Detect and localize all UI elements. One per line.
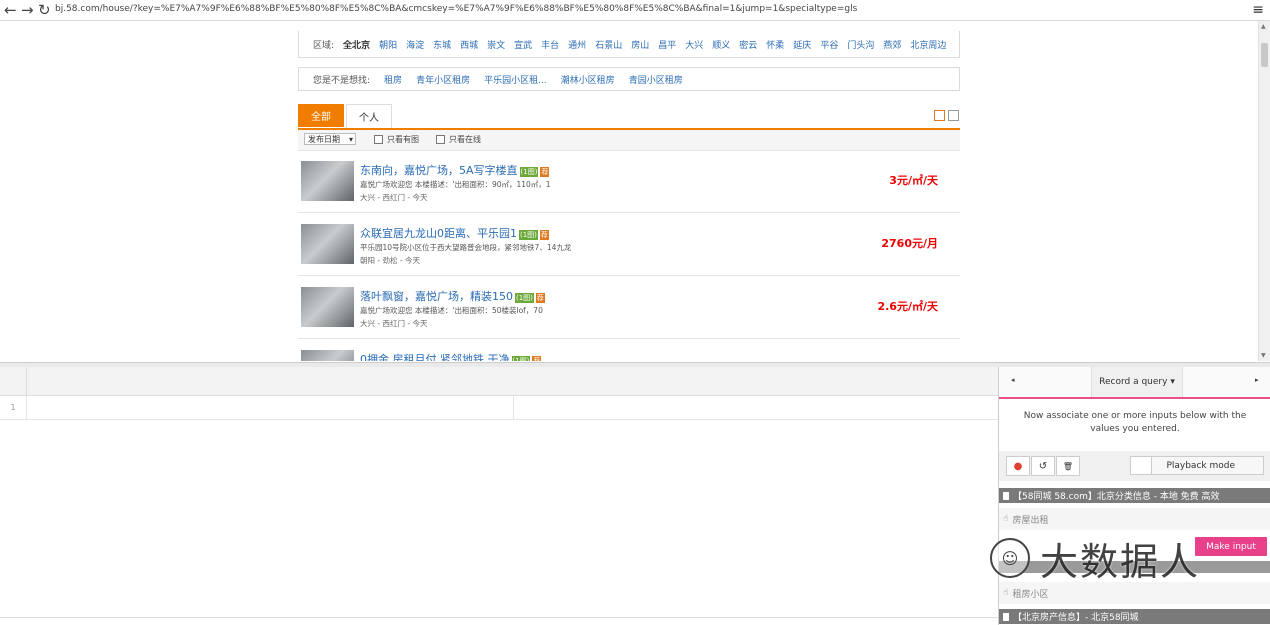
- document-icon: [1003, 491, 1009, 500]
- page-scrollbar[interactable]: ▲ ▼: [1258, 21, 1270, 361]
- image-count-badge: (1图): [519, 167, 539, 177]
- row-number: 1: [0, 396, 27, 419]
- listing-price: 2.6元/㎡/天: [877, 300, 938, 313]
- chevron-down-icon: ▾: [1170, 377, 1175, 387]
- recommend-badge: 荐: [539, 230, 549, 240]
- record-button[interactable]: ●: [1006, 456, 1030, 476]
- list-item[interactable]: 东南向，嘉悦广场，5A写字楼直 (1图) 荐嘉悦广场欢迎您 本楼描述：'出租面积：9…: [298, 150, 960, 213]
- list-item[interactable]: 落叶飘窗，嘉悦广场，精装150 (1图) 荐嘉悦广场欢迎您 本楼描述：'出租面积：5…: [298, 276, 960, 339]
- listing-thumbnail[interactable]: [301, 161, 354, 201]
- prev-icon[interactable]: ◂: [1011, 376, 1015, 384]
- list-item[interactable]: 众联宜居九龙山0距离、平乐园1 (1图) 荐平乐园10号院小区位于西大望路普会地段，…: [298, 213, 960, 276]
- listing-thumbnail[interactable]: [301, 287, 354, 327]
- instruction-message: Now associate one or more inputs below w…: [1023, 411, 1247, 434]
- listing-thumbnail[interactable]: [301, 224, 354, 264]
- recommend-badge: 荐: [532, 356, 542, 361]
- image-count-badge: (1图): [519, 230, 538, 240]
- listing-title[interactable]: 众联宜居九龙山0距离、平乐园1 (1图) 荐: [360, 225, 549, 241]
- recommend-badge: 荐: [540, 167, 550, 177]
- listing-list: 东南向，嘉悦广场，5A写字楼直 (1图) 荐嘉悦广场欢迎您 本楼描述：'出租面积：9…: [0, 0, 1258, 361]
- listing-title[interactable]: 东南向，嘉悦广场，5A写字楼直 (1图) 荐: [360, 162, 550, 178]
- table-row[interactable]: 1: [0, 396, 998, 420]
- listing-description: 嘉悦广场欢迎您 本楼描述：'出租面积：50楼装lof，70: [360, 306, 543, 315]
- page-bar-1[interactable]: 【58同城 58.com】北京分类信息 - 本地 免费 高效: [999, 488, 1270, 503]
- recommend-badge: 荐: [535, 293, 545, 303]
- watermark: ☺ 大数据人: [990, 528, 1260, 588]
- image-count-badge: (1图): [515, 293, 534, 303]
- grid-cell[interactable]: [27, 396, 514, 419]
- hand-icon: ☝: [1003, 588, 1009, 598]
- watermark-text: 大数据人: [1040, 539, 1201, 584]
- scroll-up-icon[interactable]: ▲: [1261, 23, 1266, 30]
- trash-button[interactable]: 🗑: [1056, 456, 1080, 476]
- undo-button[interactable]: ↺: [1031, 456, 1055, 476]
- listing-thumbnail[interactable]: [301, 350, 354, 361]
- listing-location: 朝阳 - 劲松 - 今天: [360, 256, 420, 265]
- input-item-1[interactable]: ☝ 房屋出租: [999, 508, 1270, 530]
- listing-location: 大兴 - 西红门 - 今天: [360, 319, 428, 328]
- listing-description: 平乐园10号院小区位于西大望路普会地段，紧邻地铁7、14九龙: [360, 243, 572, 252]
- listing-description: 嘉悦广场欢迎您 本楼描述：'出租面积：90㎡，110㎡，1: [360, 180, 551, 189]
- page-bar-2[interactable]: 【北京房产信息】- 北京58同城: [999, 609, 1270, 624]
- record-query-dropdown[interactable]: Record a query ▾: [1091, 367, 1183, 397]
- listing-price: 3元/㎡/天: [889, 174, 938, 187]
- scroll-down-icon[interactable]: ▼: [1261, 352, 1266, 359]
- list-item[interactable]: 0押金 房租月付 紧邻地铁 干净 (1图) 荐: [298, 339, 960, 361]
- listing-title[interactable]: 0押金 房租月付 紧邻地铁 干净 (1图) 荐: [360, 351, 542, 361]
- image-count-badge: (1图): [511, 356, 531, 361]
- grid-header: [0, 367, 998, 396]
- scrollbar-thumb[interactable]: [1261, 43, 1268, 67]
- listing-price: 2760元/月: [881, 237, 938, 250]
- wechat-icon: ☺: [990, 538, 1030, 578]
- listing-location: 大兴 - 西红门 - 今天: [360, 193, 428, 202]
- document-icon: [1003, 612, 1009, 621]
- next-icon[interactable]: ▸: [1255, 376, 1259, 384]
- recorder-controls: ● ↺ 🗑 Playback mode: [999, 451, 1270, 481]
- listing-title[interactable]: 落叶飘窗，嘉悦广场，精装150 (1图) 荐: [360, 288, 545, 304]
- hand-icon: ☝: [1003, 514, 1009, 524]
- playback-mode-toggle[interactable]: Playback mode: [1130, 456, 1264, 475]
- data-grid: 1: [0, 367, 998, 625]
- recorder-header: ◂ Record a query ▾ ▸: [999, 367, 1270, 399]
